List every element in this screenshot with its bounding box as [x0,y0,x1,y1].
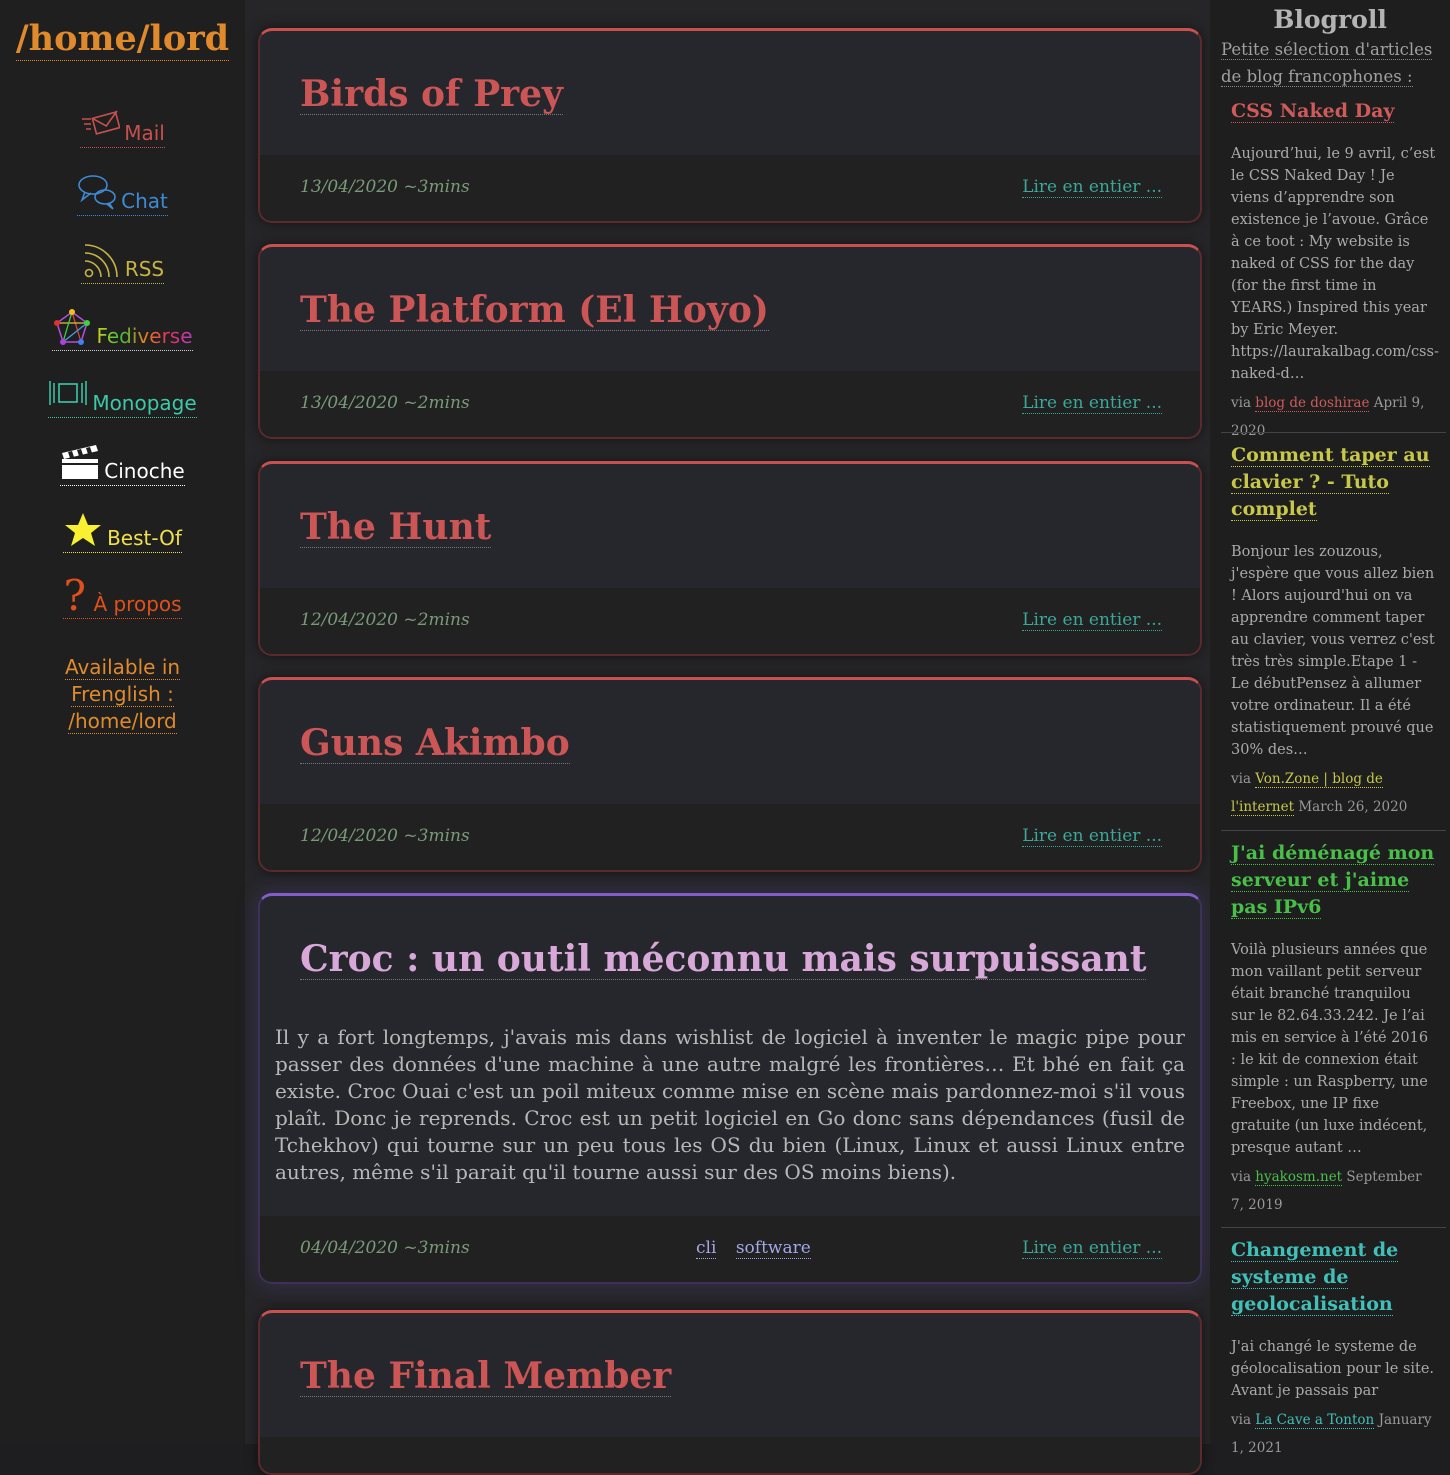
blogroll-feed: J'ai déménagé mon serveur et j'aime pas … [1231,840,1436,1219]
frenglish-link[interactable]: Available in Frenglish : /home/lord [0,654,245,735]
read-more-link[interactable]: Lire en entier ... [1022,826,1162,847]
post-title-link[interactable]: The Hunt [300,507,492,548]
blogroll-title: Blogroll [1273,5,1387,34]
read-more-link[interactable]: Lire en entier ... [1022,177,1162,198]
post-title-link[interactable]: The Platform (El Hoyo) [300,290,769,331]
feed-source: via La Cave a Tonton January 1, 2021 [1231,1412,1432,1456]
site-title-link[interactable]: /home/lord [0,18,245,61]
tag-link-software[interactable]: software [735,1238,811,1259]
read-more-link[interactable]: Lire en entier ... [1022,1238,1162,1259]
post-meta: 13/04/2020 ~3mins [300,177,470,197]
question-icon: ? [63,571,86,620]
feed-separator [1221,830,1446,831]
mail-icon [82,110,121,135]
nav-label: Fediverse [96,324,193,348]
feed-separator [1221,1227,1446,1228]
post-meta: 12/04/2020 ~3mins [300,826,470,846]
tag-link-cli[interactable]: cli [696,1238,717,1259]
post-title-link[interactable]: Guns Akimbo [300,723,570,764]
nav-monopage-link[interactable]: Monopage [0,362,245,418]
left-sidebar: /home/lord Mail Chat RSS Fediverse Monop… [0,0,245,1444]
nav-label: À propos [93,592,182,616]
feed-title-link[interactable]: Comment taper au clavier ? - Tuto comple… [1231,444,1430,521]
post-meta: 04/04/2020 ~3mins [300,1238,470,1258]
nav-label: Cinoche [104,459,185,483]
clapperboard-icon [62,445,99,479]
chat-icon [78,175,116,210]
feed-source-link[interactable]: blog de doshirae [1255,395,1370,412]
feed-source: via hyakosm.net September 7, 2019 [1231,1169,1422,1213]
monopage-icon [49,381,88,405]
feed-title-link[interactable]: Changement de systeme de geolocalisation [1231,1239,1399,1316]
nav-label: Mail [124,121,165,145]
post-card: Birds of Prey 13/04/2020 ~3mins Lire en … [258,28,1202,223]
nav-label: Best-Of [107,526,182,550]
post-card: The Platform (El Hoyo) 13/04/2020 ~2mins… [258,244,1202,439]
feed-excerpt: J'ai changé le systeme de géolocalisatio… [1231,1339,1435,1399]
fediverse-icon [54,309,91,345]
nav-bestof-link[interactable]: Best-Of [0,497,245,553]
blogroll-feed: CSS Naked Day Aujourd’hui, le 9 avril, c… [1231,98,1439,445]
blogroll-feed: Comment taper au clavier ? - Tuto comple… [1231,442,1436,821]
nav-rss-link[interactable]: RSS [0,228,245,284]
post-title-link[interactable]: Birds of Prey [300,74,563,115]
post-excerpt: Il y a fort longtemps, j'avais mis dans … [275,1025,1185,1184]
post-card: Guns Akimbo 12/04/2020 ~3mins Lire en en… [258,677,1202,872]
feed-excerpt: Bonjour les zouzous, j'espère que vous a… [1231,544,1435,758]
blogroll-sidebar: Blogroll Petite sélection d'articles de … [1210,0,1450,1456]
nav-label: Monopage [92,391,197,415]
read-more-link[interactable]: Lire en entier ... [1022,393,1162,414]
blogroll-subtitle: Petite sélection d'articles de blog fran… [1221,40,1433,87]
post-meta: 12/04/2020 ~2mins [300,610,470,630]
post-meta: 13/04/2020 ~2mins [300,393,470,413]
nav-chat-link[interactable]: Chat [0,160,245,216]
feed-source: via blog de doshirae April 9, 2020 [1231,395,1425,439]
feed-source-link[interactable]: hyakosm.net [1255,1169,1343,1186]
post-card: The Hunt 12/04/2020 ~2mins Lire en entie… [258,461,1202,656]
post-tags: cli software [696,1238,825,1259]
star-icon [65,513,102,546]
feed-title-link[interactable]: CSS Naked Day [1231,100,1395,123]
post-card: The Final Member [258,1310,1202,1475]
post-title-link[interactable]: Croc : un outil méconnu mais surpuissant [300,939,1147,980]
feed-excerpt: Voilà plusieurs années que mon vaillant … [1231,942,1429,1156]
post-list: Birds of Prey 13/04/2020 ~3mins Lire en … [245,0,1210,1475]
blogroll-feed: Changement de systeme de geolocalisation… [1231,1237,1436,1462]
nav-cinoche-link[interactable]: Cinoche [0,430,245,486]
post-title-link[interactable]: The Final Member [300,1356,672,1397]
feed-excerpt: Aujourd’hui, le 9 avril, c’est le CSS Na… [1231,146,1439,382]
feed-separator [1221,432,1446,433]
feed-title-link[interactable]: J'ai déménagé mon serveur et j'aime pas … [1231,842,1435,919]
feed-source-link[interactable]: La Cave a Tonton [1255,1412,1375,1429]
nav-label: Chat [121,189,168,213]
read-more-link[interactable]: Lire en entier ... [1022,610,1162,631]
nav-mail-link[interactable]: Mail [0,92,245,148]
post-card-featured: Croc : un outil méconnu mais surpuissant… [258,893,1202,1284]
nav-label: RSS [124,257,165,281]
nav-apropos-link[interactable]: ? À propos [0,563,245,619]
feed-source: via Von.Zone | blog de l'internet March … [1231,771,1408,816]
nav-fediverse-link[interactable]: Fediverse [0,295,245,351]
rss-icon [84,244,118,278]
